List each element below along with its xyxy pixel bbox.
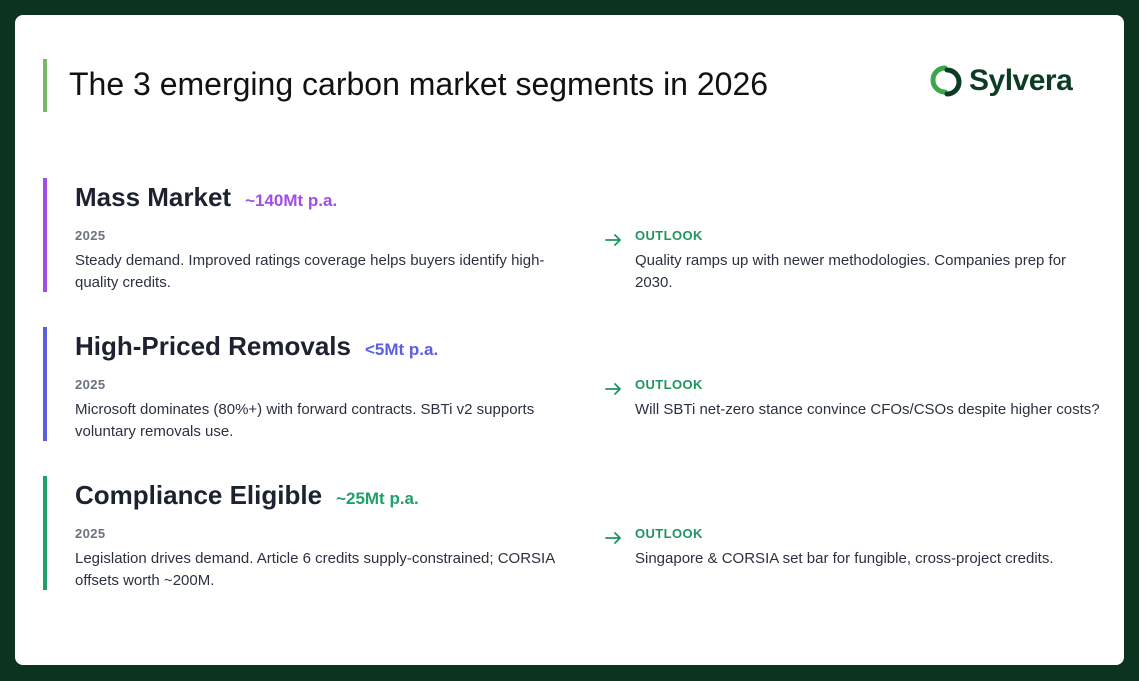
infographic-card: The 3 emerging carbon market segments in… [15, 15, 1124, 665]
title-accent-bar [43, 59, 47, 112]
arrow-right-icon [605, 234, 621, 246]
segment-accent-bar [43, 476, 47, 590]
arrow-right-icon [605, 383, 621, 395]
segment-outlook-column: OUTLOOK Quality ramps up with newer meth… [635, 228, 1105, 294]
segment-volume: <5Mt p.a. [364, 340, 439, 359]
year-description: Steady demand. Improved ratings coverage… [75, 252, 545, 291]
segment-high-priced-removals: High-Priced Removals <5Mt p.a. 2025 Micr… [43, 327, 1103, 441]
segment-mass-market: Mass Market ~140Mt p.a. 2025 Steady dema… [43, 178, 1103, 292]
segment-volume: ~140Mt p.a. [245, 191, 338, 210]
segment-outlook-column: OUTLOOK Singapore & CORSIA set bar for f… [635, 526, 1105, 570]
segment-2025-column: 2025 Microsoft dominates (80%+) with for… [75, 377, 585, 443]
segment-2025-column: 2025 Legislation drives demand. Article … [75, 526, 585, 592]
segment-volume: ~25Mt p.a. [336, 489, 419, 508]
segment-accent-bar [43, 327, 47, 441]
outlook-label: OUTLOOK [635, 377, 703, 392]
year-description: Microsoft dominates (80%+) with forward … [75, 401, 535, 440]
year-label: 2025 [75, 526, 106, 541]
year-description: Legislation drives demand. Article 6 cre… [75, 550, 555, 589]
outlook-label: OUTLOOK [635, 228, 703, 243]
year-label: 2025 [75, 228, 106, 243]
outlook-label: OUTLOOK [635, 526, 703, 541]
segment-header: Mass Market ~140Mt p.a. [75, 180, 337, 214]
segment-2025-column: 2025 Steady demand. Improved ratings cov… [75, 228, 585, 294]
outlook-description: Will SBTi net-zero stance convince CFOs/… [635, 401, 1100, 418]
outlook-description: Quality ramps up with newer methodologie… [635, 252, 1067, 291]
sylvera-logo-icon [930, 65, 962, 97]
sylvera-logo: Sylvera [929, 63, 1073, 99]
segment-header: Compliance Eligible ~25Mt p.a. [75, 478, 419, 512]
segment-name: Mass Market [75, 182, 232, 212]
segment-accent-bar [43, 178, 47, 292]
arrow-right-icon [605, 532, 621, 544]
page-title: The 3 emerging carbon market segments in… [69, 66, 769, 102]
segment-header: High-Priced Removals <5Mt p.a. [75, 329, 438, 363]
segment-outlook-column: OUTLOOK Will SBTi net-zero stance convin… [635, 377, 1105, 421]
segment-name: High-Priced Removals [75, 331, 351, 361]
logo-wordmark: Sylvera [969, 64, 1073, 97]
outlook-description: Singapore & CORSIA set bar for fungible,… [635, 550, 1054, 567]
segment-name: Compliance Eligible [75, 480, 323, 510]
segment-compliance-eligible: Compliance Eligible ~25Mt p.a. 2025 Legi… [43, 476, 1103, 590]
year-label: 2025 [75, 377, 106, 392]
